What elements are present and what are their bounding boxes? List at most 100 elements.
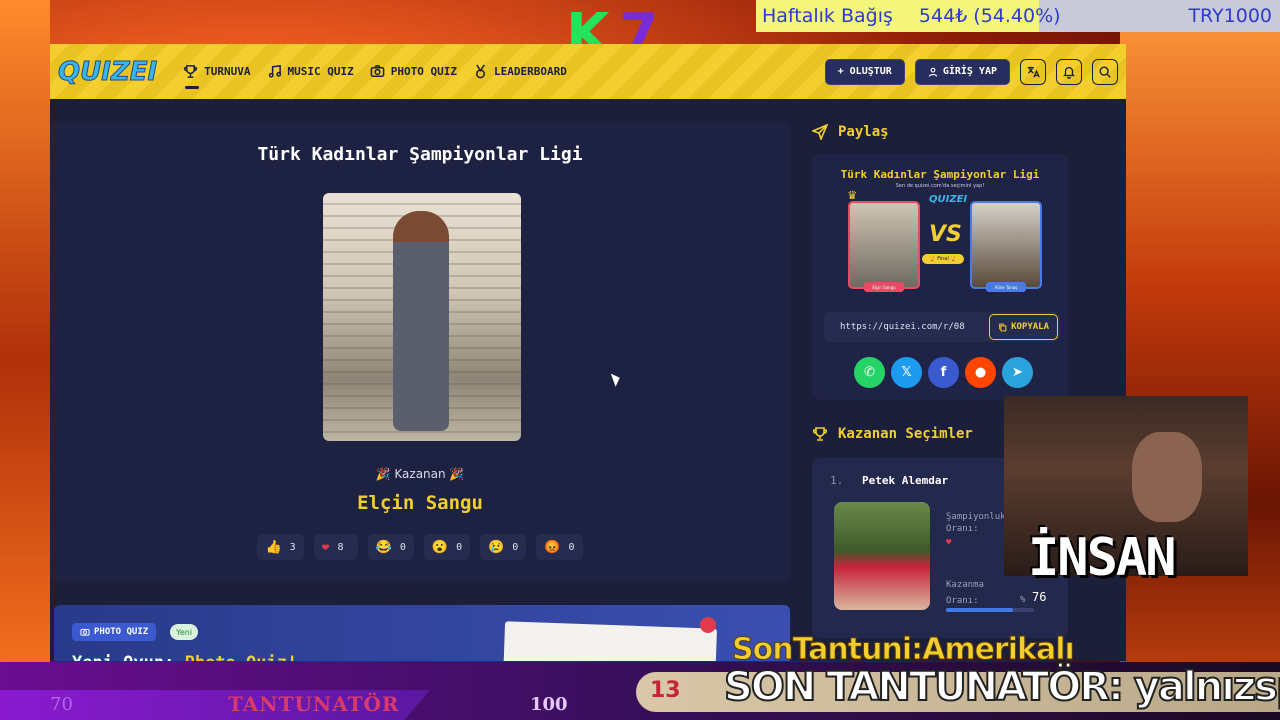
- reaction-like[interactable]: 👍 3: [257, 534, 304, 560]
- thumbs-up-icon: 👍: [265, 539, 282, 555]
- site-logo[interactable]: QUIZEI: [57, 56, 157, 87]
- language-button[interactable]: [1020, 58, 1046, 85]
- share-heading-label: Paylaş: [838, 124, 889, 140]
- win-rate-value: 76: [1032, 590, 1047, 604]
- copy-icon: [999, 323, 1007, 331]
- reaction-love[interactable]: ❤ 8: [313, 534, 358, 560]
- reddit-icon[interactable]: ●: [965, 357, 996, 388]
- promo-headline-highlight: Photo Quiz!: [185, 653, 298, 661]
- donation-goal: TRY1000: [1188, 5, 1272, 27]
- ticker-top-text: SonTantuni:Amerikalı: [732, 632, 1076, 668]
- finalist-b-name: Aline Tanaş: [986, 282, 1026, 292]
- search-button[interactable]: [1092, 58, 1118, 85]
- reaction-angry[interactable]: 😡 0: [536, 534, 583, 560]
- user-icon: [928, 67, 938, 77]
- winner-entry-image: [834, 502, 930, 610]
- login-button-label: GİRİŞ YAP: [942, 66, 997, 77]
- nav-item-leaderboard[interactable]: LEADERBOARD: [473, 64, 567, 79]
- trophy-icon: [184, 65, 198, 78]
- reaction-sad[interactable]: 😢 0: [480, 534, 527, 560]
- share-card-title: Türk Kadınlar Şampiyonlar Ligi: [840, 168, 1040, 181]
- nav-actions: + OLUŞTUR GİRİŞ YAP: [824, 58, 1118, 85]
- insan-overlay-text: İNSAN: [1028, 528, 1177, 588]
- championship-rate-label-2: Oranı:: [946, 524, 979, 534]
- vs-label: VS: [929, 222, 962, 247]
- website-frame: QUIZEI TURNUVA MUSIC QUIZ PHOTO QUIZ LEA…: [50, 44, 1126, 661]
- nav-item-music-quiz[interactable]: MUSIC QUIZ: [267, 64, 354, 79]
- medal-icon: [476, 64, 486, 79]
- reaction-count: 3: [289, 541, 296, 553]
- finalist-a-name: Elçin Sangu: [864, 282, 904, 292]
- share-link[interactable]: https://quizei.com/r/08: [840, 322, 976, 332]
- nav-item-label: LEADERBOARD: [494, 65, 567, 78]
- location-pin-icon: [700, 617, 716, 633]
- winner-entry-name: Petek Alemdar: [862, 474, 949, 487]
- championship-rate-label: Şampiyonluk: [946, 512, 1006, 522]
- create-button[interactable]: + OLUŞTUR: [824, 58, 905, 85]
- fire-background-right: [1120, 0, 1280, 720]
- reaction-laugh[interactable]: 😂 0: [367, 534, 414, 560]
- promo-banner[interactable]: PHOTO QUIZ Yeni Yeni Oyun: Photo Quiz!: [54, 605, 790, 661]
- nav-item-photo-quiz[interactable]: PHOTO QUIZ: [370, 64, 457, 79]
- win-rate-label-2: Oranı:: [946, 596, 979, 606]
- finalist-a-image: Elçin Sangu: [848, 201, 920, 292]
- bottom-number-right: 100: [530, 694, 568, 715]
- reaction-wow[interactable]: 😮 0: [423, 534, 471, 560]
- promo-headline-prefix: Yeni Oyun:: [72, 653, 185, 661]
- telegram-icon[interactable]: ➤: [1002, 357, 1033, 388]
- search-icon: [1099, 65, 1111, 78]
- win-rate-label: Kazanma: [946, 580, 984, 590]
- finalist-b-image: Aline Tanaş: [970, 201, 1042, 292]
- winner-rank: 1.: [830, 474, 844, 487]
- share-card-logo: QUIZEI: [929, 194, 968, 205]
- whatsapp-icon[interactable]: ✆: [854, 357, 885, 388]
- ticker-bottom-text: SON TANTUNATÖR: yalnızsp: [723, 663, 1280, 711]
- bottom-label: TANTUNATÖR: [228, 692, 400, 716]
- angry-icon: 😡: [544, 539, 561, 555]
- quiz-title: Türk Kadınlar Şampiyonlar Ligi: [257, 144, 583, 165]
- donation-value: 544₺ (54.40%): [918, 5, 1061, 27]
- winner-image-figure: [393, 211, 449, 431]
- percent-sign: %: [1020, 595, 1026, 605]
- promo-tag: PHOTO QUIZ: [72, 623, 157, 641]
- nav-item-label: PHOTO QUIZ: [390, 65, 458, 78]
- x-icon[interactable]: 𝕏: [891, 357, 922, 388]
- promo-tag-label: PHOTO QUIZ: [94, 627, 149, 637]
- win-rate-bar: [946, 608, 1034, 612]
- camera-icon: [370, 65, 385, 77]
- reaction-count: 0: [568, 541, 575, 553]
- translate-icon: [1027, 66, 1040, 78]
- sad-icon: 😢: [488, 539, 505, 555]
- music-icon: [268, 65, 281, 78]
- reaction-count: 0: [399, 541, 406, 553]
- nav-item-label: MUSIC QUIZ: [287, 65, 354, 78]
- winners-heading-label: Kazanan Seçimler: [838, 426, 973, 442]
- donation-label: Haftalık Bağış: [762, 5, 893, 27]
- camera-icon: [80, 629, 90, 636]
- donation-bar: Haftalık Bağış 544₺ (54.40%) TRY1000: [756, 0, 1280, 32]
- promo-photo: [503, 621, 717, 661]
- facebook-icon[interactable]: f: [928, 357, 959, 388]
- nav-item-label: TURNUVA: [204, 65, 251, 78]
- send-icon: [812, 124, 828, 140]
- winner-label: 🎉 Kazanan 🎉: [375, 467, 465, 481]
- copy-button[interactable]: KOPYALA: [989, 314, 1058, 340]
- laugh-icon: 😂: [375, 539, 392, 555]
- navbar: QUIZEI TURNUVA MUSIC QUIZ PHOTO QUIZ LEA…: [50, 44, 1126, 99]
- social-share-buttons: ✆ 𝕏 f ● ➤: [854, 357, 1033, 388]
- promo-headline: Yeni Oyun: Photo Quiz!: [72, 653, 297, 661]
- heart-icon: ♥: [946, 538, 952, 548]
- heart-icon: ❤: [321, 539, 330, 555]
- login-button[interactable]: GİRİŞ YAP: [914, 58, 1010, 85]
- win-rate-bar-fill: [946, 608, 1013, 612]
- notifications-button[interactable]: [1056, 58, 1082, 85]
- bell-icon: [1063, 66, 1075, 79]
- nav-item-turnuva[interactable]: TURNUVA: [183, 64, 251, 89]
- winner-image: [323, 193, 521, 441]
- share-card: Türk Kadınlar Şampiyonlar Ligi Sen de qu…: [812, 154, 1068, 400]
- reaction-count: 8: [337, 541, 344, 553]
- reaction-bar: 👍 3 ❤ 8 😂 0 😮 0 😢 0 😡 0: [50, 534, 790, 560]
- final-badge: 🏆 Final 🏆: [922, 254, 964, 264]
- share-heading: Paylaş: [812, 124, 1082, 140]
- quiz-result-card: Türk Kadınlar Şampiyonlar Ligi 🎉 Kazanan…: [50, 122, 790, 582]
